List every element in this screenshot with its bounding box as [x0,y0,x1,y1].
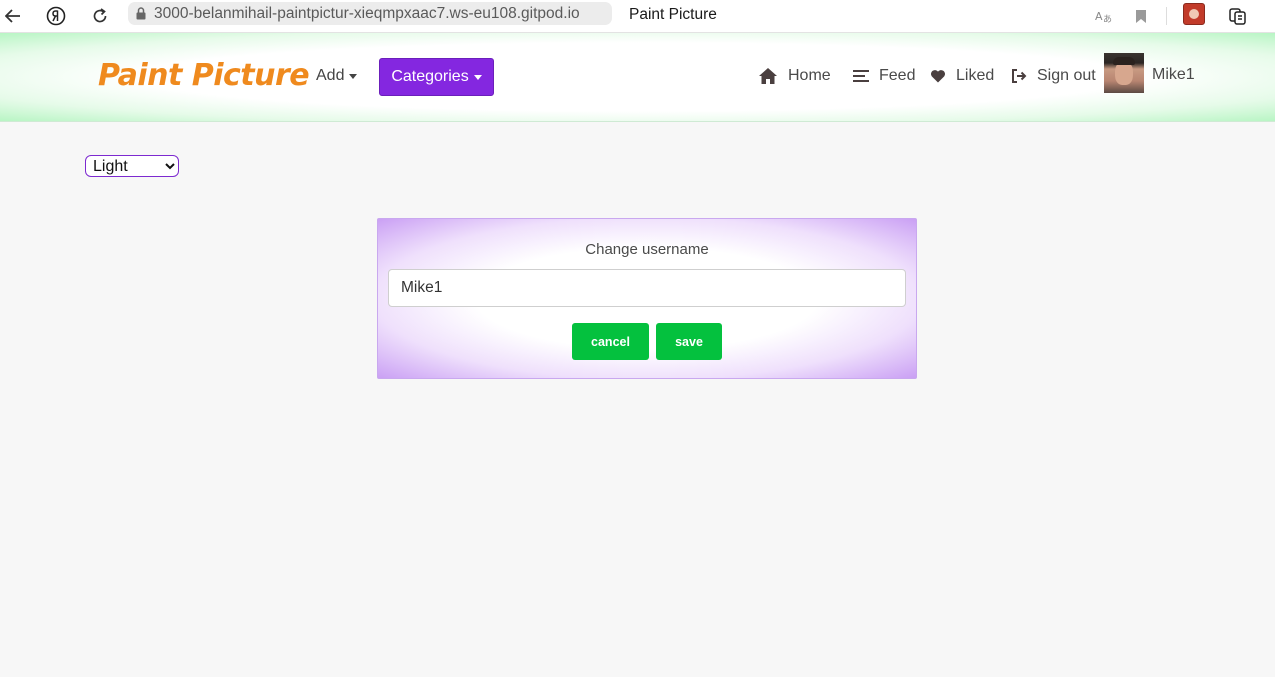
lock-icon [136,7,146,20]
heart-icon [930,70,946,83]
caret-down-icon [349,73,358,79]
avatar[interactable] [1104,53,1144,93]
nav-liked-label: Liked [956,67,995,84]
nav-feed[interactable]: Feed [853,65,915,87]
svg-text:A: A [1095,10,1103,23]
nav-home-label: Home [788,67,831,84]
bookmark-icon[interactable] [1129,4,1153,28]
change-username-card: Change username cancel save [377,218,917,379]
svg-text:あ: あ [1103,14,1112,24]
translate-icon[interactable]: Aあ [1093,4,1117,28]
url-text: 3000-belanmihail-paintpictur-xieqmpxaac7… [154,4,580,22]
collections-icon[interactable] [1226,4,1250,28]
nav-liked[interactable]: Liked [930,65,994,87]
add-dropdown[interactable]: Add [316,67,358,85]
categories-dropdown-button[interactable]: Categories [379,58,494,96]
theme-select[interactable]: Light [85,155,179,177]
page-title: Paint Picture [629,6,717,23]
app-navbar: Paint Picture Add Categories Home Feed L… [0,33,1275,122]
nav-sign-out-label: Sign out [1037,67,1096,84]
username-input[interactable] [388,269,906,307]
categories-label: Categories [391,68,469,85]
address-bar[interactable]: 3000-belanmihail-paintpictur-xieqmpxaac7… [128,2,612,25]
sign-out-icon [1012,69,1027,83]
home-icon [759,68,777,84]
extension-icon[interactable] [1183,3,1205,25]
card-title: Change username [585,241,709,258]
browser-toolbar: 3000-belanmihail-paintpictur-xieqmpxaac7… [0,0,1275,33]
toolbar-divider [1166,7,1167,25]
nav-home[interactable]: Home [758,65,831,87]
cancel-button[interactable]: cancel [572,323,649,360]
nav-feed-label: Feed [879,67,916,84]
yandex-icon[interactable] [44,4,68,28]
list-icon [853,70,869,82]
nav-sign-out[interactable]: Sign out [1011,65,1096,87]
nav-username[interactable]: Mike1 [1152,66,1195,84]
reload-icon[interactable] [88,4,112,28]
add-dropdown-label: Add [316,67,345,84]
caret-down-icon [473,74,482,80]
back-arrow-icon[interactable] [1,4,25,28]
brand-logo[interactable]: Paint Picture [98,58,310,93]
save-button[interactable]: save [656,323,722,360]
